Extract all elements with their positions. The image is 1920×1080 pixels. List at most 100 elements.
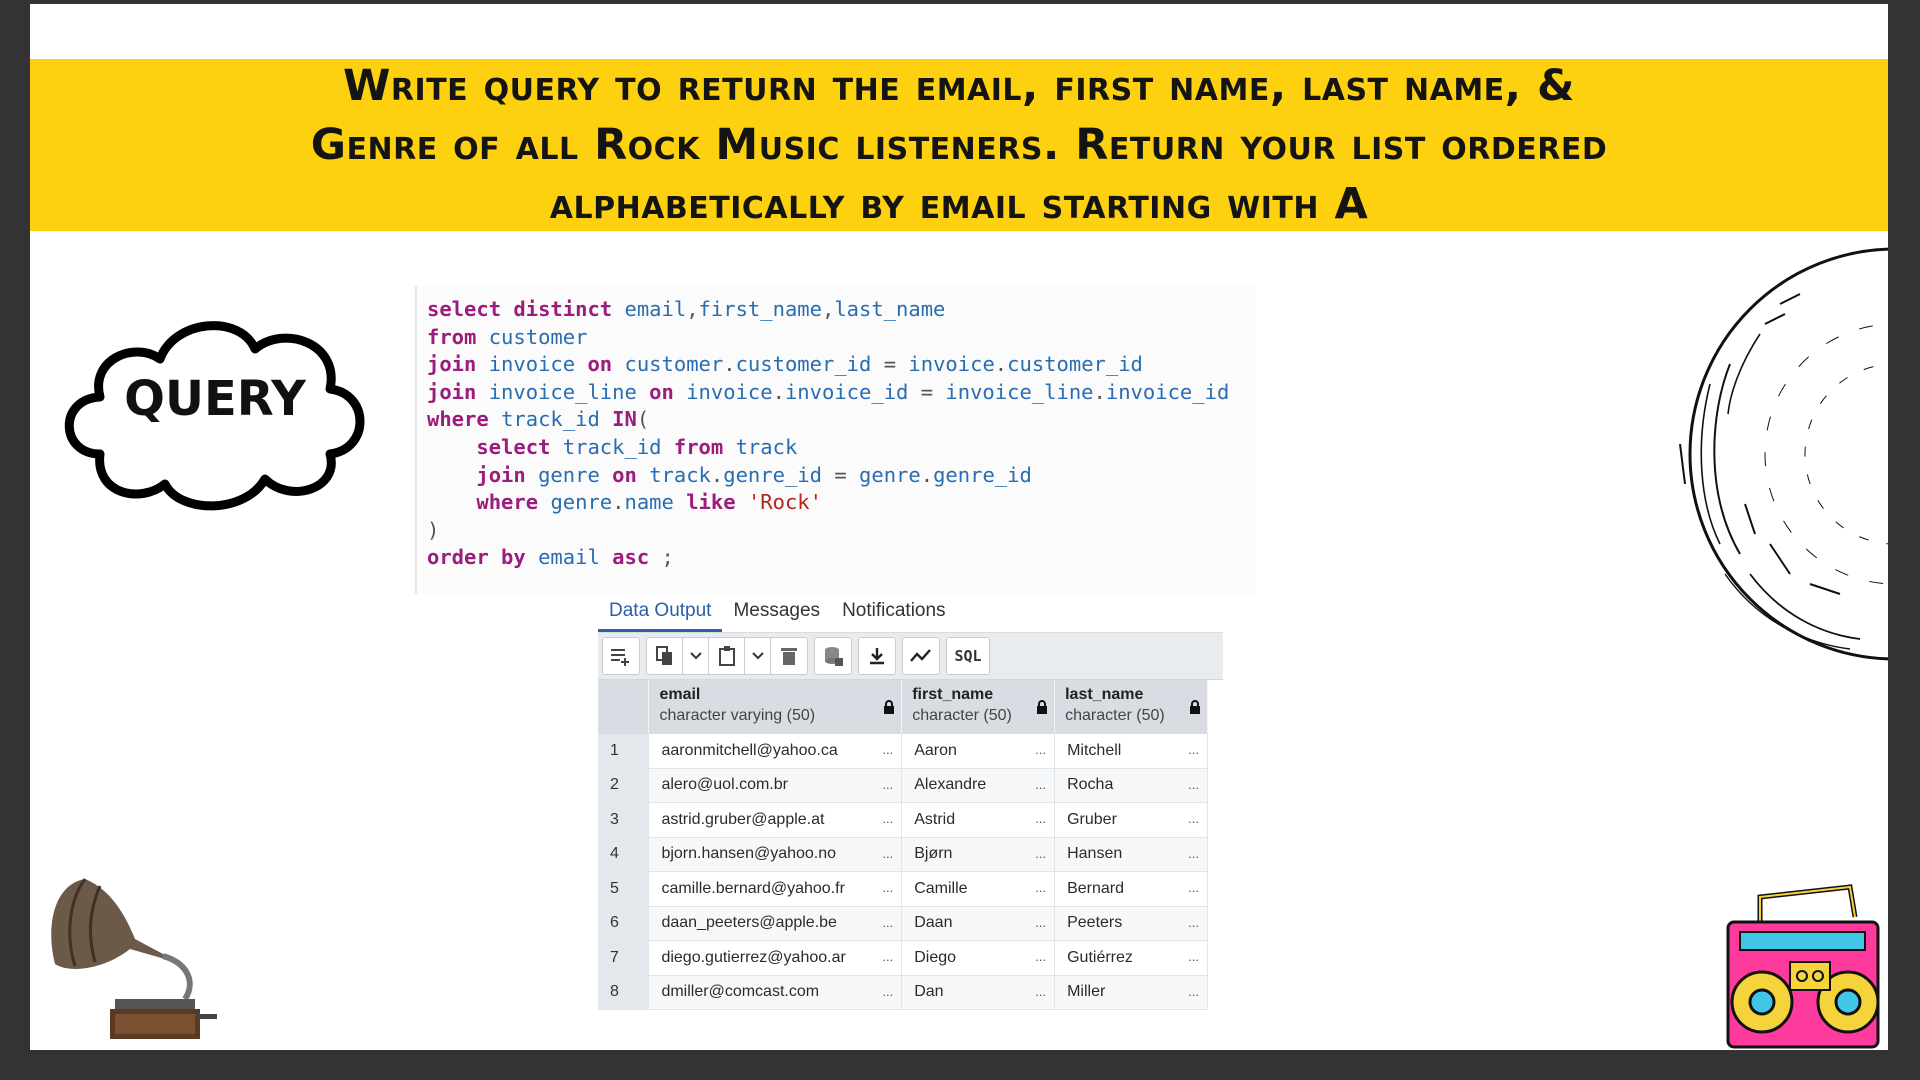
table-cell[interactable]: Dan... [901,975,1056,1010]
cell-ellipsis: ... [1035,845,1047,861]
cell-value: astrid.gruber@apple.at [661,810,825,828]
code-token: join [427,379,489,404]
code-token: on [587,352,625,377]
code-token: IN [612,407,637,432]
code-token: genre_id [933,462,1032,487]
code-token: = [834,462,860,487]
row-number[interactable]: 4 [598,837,650,872]
code-token: invoice_line [488,379,650,404]
table-cell[interactable]: diego.gutierrez@yahoo.ar... [648,940,903,976]
code-token: genre [538,462,613,487]
row-number[interactable]: 5 [598,871,650,907]
cell-ellipsis: ... [1188,983,1199,999]
delete-icon[interactable] [771,638,807,674]
code-token: = [920,379,946,404]
table-cell[interactable]: Gutiérrez... [1054,940,1208,976]
table-cell[interactable]: Bjørn... [901,837,1056,872]
code-line: join invoice on customer.customer_id = i… [427,351,1255,379]
cell-value: alero@uol.com.br [661,776,788,794]
code-token: on [612,462,650,487]
row-number[interactable]: 1 [598,734,650,769]
code-token: track_id [562,434,674,459]
row-number[interactable]: 7 [598,940,650,976]
cell-value: Hansen [1067,845,1123,863]
cell-ellipsis: ... [882,811,894,826]
table-cell[interactable]: Alexandre... [901,768,1056,803]
code-token: from [673,434,736,459]
code-token: on [649,379,687,404]
tab-messages[interactable]: Messages [722,600,831,632]
table-row[interactable]: 3 astrid.gruber@apple.at... Astrid... Grube… [598,802,1208,838]
cell-value: Bernard [1067,879,1125,897]
table-cell[interactable]: camille.bernard@yahoo.fr... [648,871,903,907]
results-toolbar: SQL [598,633,1223,680]
cell-value: dmiller@comcast.com [661,983,820,1001]
code-line: join invoice_line on invoice.invoice_id … [427,379,1255,407]
table-row[interactable]: 2 alero@uol.com.br... Alexandre... Rocha... [598,768,1208,803]
table-cell[interactable]: Daan... [901,906,1056,941]
code-token: track [735,434,798,459]
results-grid: email character varying (50) first_name … [598,680,1208,1010]
row-number[interactable]: 3 [598,802,650,838]
table-cell[interactable]: daan_peeters@apple.be... [648,906,903,941]
code-token: , [686,297,699,321]
code-line: from customer [427,324,1255,352]
table-cell[interactable]: Astrid... [901,802,1056,838]
table-cell[interactable]: Diego... [901,940,1056,976]
table-cell[interactable]: Aaron... [901,734,1056,769]
chevron-down-icon[interactable] [683,638,709,674]
row-number[interactable]: 6 [598,906,650,941]
column-header-email[interactable]: email character varying (50) [648,680,903,734]
table-row[interactable]: 6 daan_peeters@apple.be... Daan... Peeters.… [598,906,1208,941]
code-token: . [612,490,625,515]
table-cell[interactable]: Mitchell... [1054,734,1208,769]
table-cell[interactable]: Hansen... [1054,837,1208,872]
table-row[interactable]: 1 aaronmitchell@yahoo.ca... Aaron... Mitche… [598,734,1208,769]
copy-icon[interactable] [647,638,683,674]
code-token: invoice [686,379,773,404]
column-header-last-name[interactable]: last_name character (50) [1054,680,1208,734]
code-token: invoice_line [945,379,1094,404]
row-number[interactable]: 8 [598,975,650,1010]
table-row[interactable]: 4 bjorn.hansen@yahoo.no... Bjørn... Hansen.… [598,837,1208,872]
code-token: ; [661,545,674,570]
download-icon[interactable] [859,638,895,674]
code-token: last_name [834,297,946,321]
table-cell[interactable]: Peeters... [1054,906,1208,941]
table-cell[interactable]: bjorn.hansen@yahoo.no... [648,837,903,872]
sql-icon[interactable]: SQL [947,638,989,674]
tab-notifications[interactable]: Notifications [831,600,957,632]
table-cell[interactable]: alero@uol.com.br... [648,768,903,803]
column-header-first-name[interactable]: first_name character (50) [901,680,1056,734]
code-token: where [476,490,551,515]
cell-value: Alexandre [914,776,987,794]
table-row[interactable]: 7 diego.gutierrez@yahoo.ar... Diego... Guti… [598,940,1208,976]
code-token: customer [488,324,588,349]
code-line: where genre.name like 'Rock' [427,489,1255,517]
save-data-icon[interactable] [815,638,851,674]
table-cell[interactable]: Gruber... [1054,802,1208,838]
code-token: join [476,462,539,487]
table-cell[interactable]: Bernard... [1054,871,1208,907]
table-cell[interactable]: astrid.gruber@apple.at... [648,802,903,838]
table-cell[interactable]: Camille... [901,871,1056,907]
code-token: select [476,434,563,459]
table-cell[interactable]: aaronmitchell@yahoo.ca... [648,734,903,769]
graph-icon[interactable] [903,638,939,674]
table-row[interactable]: 5 camille.bernard@yahoo.fr... Camille... Be… [598,871,1208,907]
table-cell[interactable]: dmiller@comcast.com... [648,975,903,1010]
table-row[interactable]: 8 dmiller@comcast.com... Dan... Miller... [598,975,1208,1010]
cell-ellipsis: ... [1188,742,1199,757]
table-cell[interactable]: Miller... [1054,975,1208,1010]
code-line: ) [427,517,1255,545]
row-number[interactable]: 2 [598,768,650,803]
paste-icon[interactable] [709,638,745,674]
code-token: email [624,297,687,321]
table-cell[interactable]: Rocha... [1054,768,1208,803]
lock-icon [883,700,895,719]
add-row-icon[interactable] [603,638,639,674]
code-token: . [772,379,785,404]
tab-data-output[interactable]: Data Output [598,600,723,632]
chevron-down-icon[interactable] [745,638,771,674]
